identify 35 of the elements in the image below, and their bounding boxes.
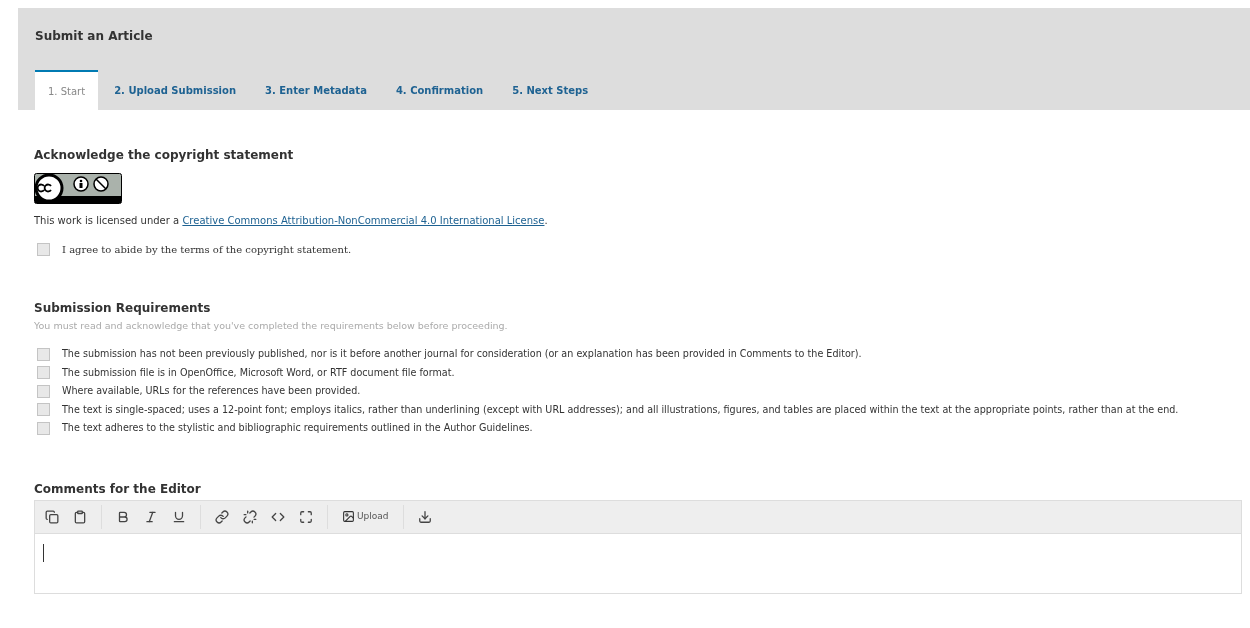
- step-tab[interactable]: 4. Confirmation: [382, 70, 497, 110]
- page-title: Submit an Article: [34, 28, 154, 45]
- section-heading: Comments for the Editor: [34, 480, 202, 498]
- italic-icon[interactable]: [144, 509, 158, 524]
- bold-icon[interactable]: [116, 509, 130, 524]
- section-heading: Acknowledge the copyright statement: [34, 147, 295, 164]
- fullscreen-icon[interactable]: [299, 509, 313, 524]
- underline-icon[interactable]: [172, 509, 186, 524]
- image-icon: [342, 510, 355, 524]
- requirement-text: Where available, URLs for the references have been provided.: [62, 385, 361, 397]
- checkbox[interactable]: [37, 421, 50, 435]
- step-tab[interactable]: 2. Upload Submission: [101, 70, 249, 110]
- section-description: You must read and acknowledge that you've completed the requirements below before proceeding.: [34, 319, 509, 333]
- step-tab[interactable]: 1. Start: [35, 70, 99, 110]
- step-tab[interactable]: 3. Enter Metadata: [252, 70, 380, 110]
- paste-icon[interactable]: [73, 509, 87, 524]
- license-text: This work is licensed under a Creative Commons Attribution-NonCommercial 4.0 International License.: [34, 214, 549, 228]
- checkbox[interactable]: [37, 403, 50, 417]
- requirement-text: The submission file is in OpenOffice, Microsoft Word, or RTF document file format.: [62, 366, 455, 378]
- section-heading: Submission Requirements: [34, 300, 212, 317]
- requirement-text: The text is single-spaced; uses a 12-point font; employs italics, rather than underlining (except with URL addresses); and all illustrations, figures, and tables are placed within the text at the appropriate points, rather than at the end.: [62, 403, 1179, 415]
- checkbox[interactable]: [37, 366, 50, 380]
- upload-image-button[interactable]: Upload: [342, 510, 389, 524]
- step-tab[interactable]: 5. Next Steps: [499, 70, 602, 110]
- copy-icon[interactable]: [45, 509, 59, 524]
- unlink-icon[interactable]: [243, 509, 257, 524]
- checkbox[interactable]: [37, 384, 50, 398]
- license-badge-icon: [34, 173, 122, 204]
- requirement-text: The text adheres to the stylistic and bibliographic requirements outlined in the Author Guidelines.: [62, 422, 533, 434]
- checkbox-label: I agree to abide by the terms of the copyright statement.: [62, 243, 352, 257]
- checkbox[interactable]: [37, 347, 50, 361]
- link-icon[interactable]: [215, 509, 229, 524]
- download-icon[interactable]: [417, 509, 432, 524]
- checkbox[interactable]: [37, 243, 50, 256]
- requirement-text: The submission has not been previously published, nor is it before another journal for consideration (or an explanation has been provided in Comments to the Editor).: [62, 348, 862, 360]
